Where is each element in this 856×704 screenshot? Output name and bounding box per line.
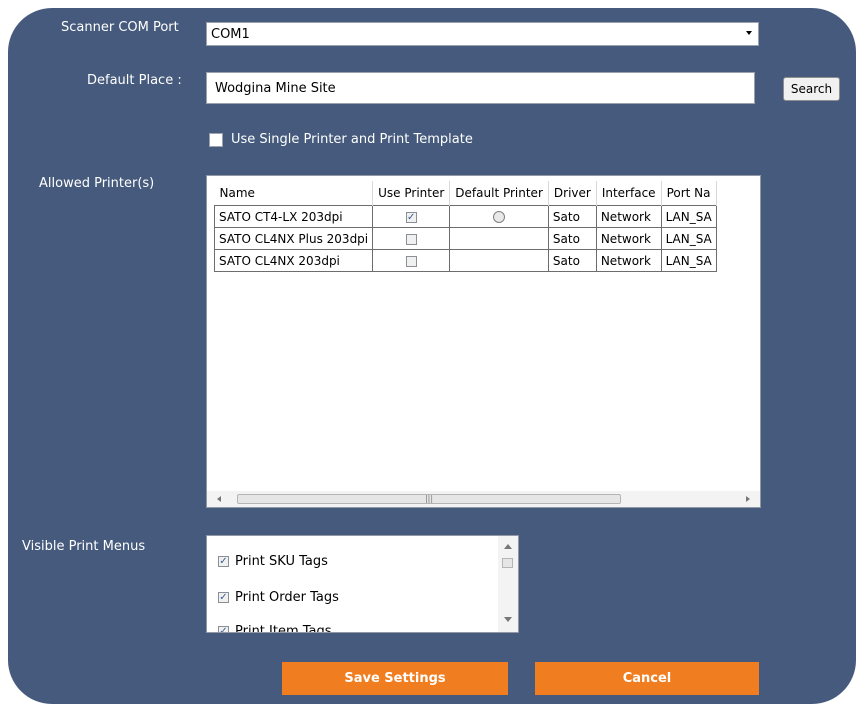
printer-name: SATO CL4NX Plus 203dpi: [213, 227, 374, 250]
chevron-down-icon: [746, 31, 752, 35]
save-settings-button[interactable]: Save Settings: [282, 662, 508, 695]
default-printer-cell: [449, 227, 549, 250]
default-printer-cell: [449, 249, 549, 272]
scroll-up-icon[interactable]: [504, 544, 512, 549]
use-printer-checkbox[interactable]: [405, 233, 417, 245]
scanner-com-port-label: Scanner COM Port: [61, 20, 179, 35]
printer-port: LAN_SA: [660, 227, 717, 250]
search-button[interactable]: Search: [783, 77, 840, 101]
vertical-scrollbar[interactable]: [498, 536, 518, 632]
table-header-row: Name Use Printer Default Printer Driver …: [214, 181, 717, 206]
printer-name: SATO CL4NX 203dpi: [213, 249, 374, 272]
printer-interface: Network: [595, 205, 662, 228]
printer-port: LAN_SA: [660, 205, 717, 228]
use-printer-checkbox[interactable]: ✓: [405, 211, 417, 223]
table-row[interactable]: SATO CT4-LX 203dpi ✓ Sato Network LAN_SA: [213, 205, 717, 228]
list-item-label: Print Item Tags: [235, 624, 332, 633]
column-header-use-printer[interactable]: Use Printer: [372, 181, 451, 206]
default-place-label: Default Place :: [87, 73, 182, 88]
cancel-button[interactable]: Cancel: [535, 662, 759, 695]
printer-driver: Sato: [547, 249, 597, 272]
list-item[interactable]: ✓ Print SKU Tags: [218, 554, 328, 569]
printers-table: Name Use Printer Default Printer Driver …: [213, 181, 717, 272]
list-item-label: Print Order Tags: [235, 590, 339, 605]
column-header-port-name[interactable]: Port Na: [661, 181, 717, 206]
printer-driver: Sato: [547, 205, 597, 228]
print-sku-tags-checkbox[interactable]: ✓: [218, 556, 229, 567]
column-header-default-printer[interactable]: Default Printer: [449, 181, 549, 206]
printer-driver: Sato: [547, 227, 597, 250]
scroll-left-icon[interactable]: [217, 496, 221, 502]
printer-interface: Network: [595, 249, 662, 272]
scroll-thumb[interactable]: [502, 558, 513, 568]
scroll-right-icon[interactable]: [746, 496, 750, 502]
column-header-driver[interactable]: Driver: [548, 181, 597, 206]
allowed-printers-grid[interactable]: Name Use Printer Default Printer Driver …: [206, 175, 761, 508]
column-header-name[interactable]: Name: [214, 181, 374, 206]
visible-print-menus-label: Visible Print Menus: [22, 539, 146, 554]
print-order-tags-checkbox[interactable]: ✓: [218, 592, 229, 603]
scroll-thumb[interactable]: |||: [237, 494, 621, 504]
list-item-label: Print SKU Tags: [235, 554, 328, 569]
use-printer-checkbox[interactable]: [405, 255, 417, 267]
table-row[interactable]: SATO CL4NX Plus 203dpi Sato Network LAN_…: [213, 227, 717, 250]
scroll-down-icon[interactable]: [504, 617, 512, 622]
settings-panel: Scanner COM Port COM1 Default Place : Se…: [8, 8, 856, 704]
visible-print-menus-list[interactable]: ✓ Print SKU Tags ✓ Print Order Tags ✓ Print…: [206, 535, 519, 633]
single-printer-checkbox[interactable]: [209, 133, 223, 147]
default-place-input[interactable]: [206, 72, 755, 104]
default-printer-radio[interactable]: [493, 211, 506, 223]
list-item[interactable]: ✓ Print Order Tags: [218, 590, 339, 605]
printer-interface: Network: [595, 227, 662, 250]
table-row[interactable]: SATO CL4NX 203dpi Sato Network LAN_SA: [213, 249, 717, 272]
print-item-tags-checkbox[interactable]: ✓: [218, 626, 229, 632]
column-header-interface[interactable]: Interface: [596, 181, 662, 206]
single-printer-label: Use Single Printer and Print Template: [231, 132, 473, 147]
scanner-com-port-value: COM1: [211, 27, 250, 42]
printer-port: LAN_SA: [660, 249, 717, 272]
list-item[interactable]: ✓ Print Item Tags: [218, 624, 332, 633]
allowed-printers-label: Allowed Printer(s): [39, 176, 155, 191]
scanner-com-port-select[interactable]: COM1: [206, 22, 759, 46]
horizontal-scrollbar[interactable]: |||: [207, 491, 760, 507]
printer-name: SATO CT4-LX 203dpi: [213, 205, 374, 228]
